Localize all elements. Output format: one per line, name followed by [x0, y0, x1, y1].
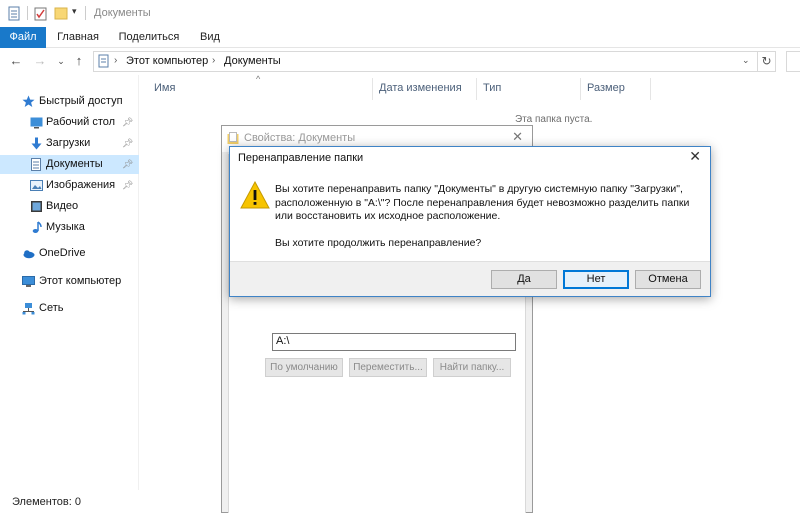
cancel-button[interactable]: Отмена	[635, 270, 701, 289]
sidebar-item-label: Быстрый доступ	[39, 95, 123, 107]
tab-share[interactable]: Поделиться	[112, 27, 186, 48]
sidebar-item-quick-access[interactable]: Быстрый доступ	[0, 92, 139, 111]
forward-arrow-icon[interactable]: →	[32, 53, 48, 69]
dialog-button-bar: Да Нет Отмена	[230, 261, 710, 296]
tab-view[interactable]: Вид	[194, 27, 226, 48]
sidebar-item-label: Видео	[46, 200, 79, 212]
explorer-window: ▾ Документы Файл Главная Поделиться Вид …	[0, 0, 800, 513]
yes-button[interactable]: Да	[491, 270, 557, 289]
ribbon-tabs: Файл Главная Поделиться Вид	[0, 27, 800, 48]
column-header-date[interactable]: Дата изменения	[379, 82, 462, 94]
sidebar-item-this-pc[interactable]: Этот компьютер	[0, 272, 139, 291]
search-input[interactable]	[786, 51, 800, 72]
sidebar-item-documents[interactable]: Документы 📌︎	[0, 155, 139, 174]
dialog-title: Перенаправление папки	[238, 152, 364, 164]
pin-icon: 📌︎	[122, 159, 134, 169]
sidebar-item-pictures[interactable]: Изображения 📌︎	[0, 176, 139, 195]
sidebar-item-label: Музыка	[46, 221, 85, 233]
restore-default-button[interactable]: По умолчанию	[265, 358, 343, 377]
location-path-input[interactable]: A:\	[272, 333, 516, 351]
warning-icon	[240, 181, 270, 209]
music-icon	[32, 221, 42, 233]
close-icon[interactable]: ✕	[689, 148, 701, 165]
breadcrumb-separator-icon[interactable]: ›	[114, 55, 117, 66]
pin-icon: 📌︎	[122, 138, 134, 148]
recent-locations-icon[interactable]: ⌄	[53, 53, 69, 69]
back-arrow-icon[interactable]: ←	[8, 53, 24, 69]
dialog-message: Вы хотите перенаправить папку "Документы…	[275, 183, 690, 222]
computer-icon	[22, 276, 35, 287]
sidebar-item-label: Документы	[46, 158, 103, 170]
window-title: Документы	[94, 7, 151, 19]
address-dropdown-icon[interactable]: ⌄	[742, 55, 750, 66]
column-header-size[interactable]: Размер	[587, 82, 625, 94]
move-button[interactable]: Переместить...	[349, 358, 427, 377]
cloud-icon	[23, 250, 35, 259]
sidebar-item-label: Этот компьютер	[39, 275, 122, 287]
documents-icon	[31, 158, 41, 171]
sidebar-item-label: OneDrive	[39, 247, 86, 259]
title-bar: ▾ Документы	[0, 0, 800, 27]
download-icon	[31, 137, 42, 150]
network-icon	[22, 303, 35, 315]
column-header-type[interactable]: Тип	[483, 82, 501, 94]
sidebar-item-label: Сеть	[39, 302, 64, 314]
sidebar-item-label: Изображения	[46, 179, 116, 191]
sidebar-item-label: Загрузки	[46, 137, 91, 149]
no-button[interactable]: Нет	[563, 270, 629, 289]
up-arrow-icon[interactable]: ↑	[71, 53, 87, 69]
pin-icon: 📌︎	[122, 180, 134, 190]
tab-home[interactable]: Главная	[52, 27, 104, 48]
pictures-icon	[30, 180, 43, 191]
documents-icon	[98, 54, 109, 68]
sidebar-item-network[interactable]: Сеть	[0, 299, 139, 318]
new-folder-icon[interactable]	[54, 7, 68, 20]
desktop-icon	[30, 117, 43, 129]
sidebar-item-downloads[interactable]: Загрузки 📌︎	[0, 134, 139, 153]
folder-icon	[227, 132, 239, 144]
find-folder-button[interactable]: Найти папку...	[433, 358, 511, 377]
sort-up-icon: ^	[256, 74, 261, 84]
items-count: Элементов: 0	[12, 496, 81, 508]
close-icon[interactable]: ✕	[512, 129, 523, 145]
redirect-folder-dialog: Перенаправление папки ✕ Вы хотите перена…	[229, 146, 711, 297]
empty-folder-message: Эта папка пуста.	[515, 114, 593, 125]
breadcrumb-separator-icon[interactable]: ›	[212, 55, 215, 66]
properties-icon[interactable]	[8, 6, 21, 21]
checklist-icon[interactable]	[34, 6, 48, 21]
sidebar-item-music[interactable]: Музыка	[0, 218, 139, 237]
sidebar-item-desktop[interactable]: Рабочий стол 📌︎	[0, 113, 139, 132]
star-icon	[22, 95, 35, 107]
video-icon	[31, 201, 42, 212]
sidebar-item-onedrive[interactable]: OneDrive	[0, 244, 139, 263]
refresh-icon[interactable]: ↻	[758, 51, 776, 72]
address-bar[interactable]: › Этот компьютер › Документы ⌄	[93, 51, 758, 72]
sidebar-item-video[interactable]: Видео	[0, 197, 139, 216]
properties-title: Свойства: Документы	[244, 132, 356, 144]
pin-icon: 📌︎	[122, 117, 134, 127]
navigation-bar: ← → ⌄ ↑ › Этот компьютер › Документы ⌄ ↻	[0, 48, 800, 75]
dialog-question: Вы хотите продолжить перенаправление?	[275, 237, 482, 249]
qat-dropdown-icon[interactable]: ▾	[72, 6, 77, 17]
column-header-name[interactable]: Имя	[154, 82, 175, 94]
navigation-pane: Быстрый доступ Рабочий стол 📌︎ Загрузки …	[0, 75, 139, 490]
breadcrumb-this-pc[interactable]: Этот компьютер	[126, 55, 208, 67]
sidebar-item-label: Рабочий стол	[46, 116, 116, 128]
tab-file[interactable]: Файл	[0, 27, 46, 48]
breadcrumb-documents[interactable]: Документы	[224, 55, 281, 67]
